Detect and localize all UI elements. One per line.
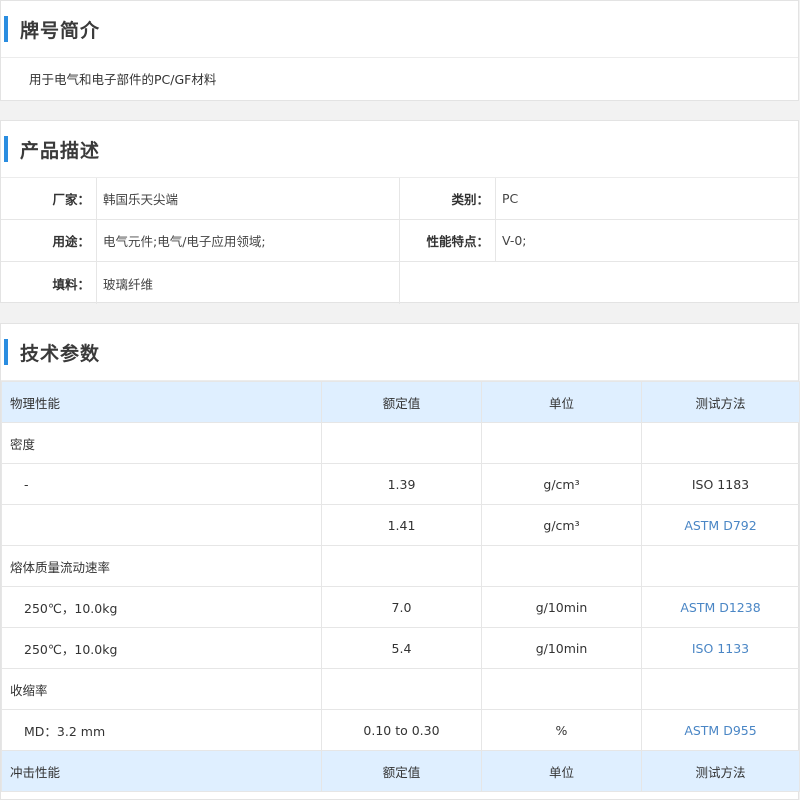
row-unit: g/10min — [481, 586, 642, 628]
filler-value: 玻璃纤维 — [97, 262, 400, 304]
filler-label: 填料： — [1, 262, 97, 304]
row-method — [641, 668, 800, 710]
row-value: 1.39 — [321, 463, 482, 505]
test-method-link[interactable]: ASTM D1238 — [641, 586, 800, 628]
intro-card: 牌号简介 用于电气和电子部件的PC/GF材料 — [0, 0, 799, 101]
row-property: - — [1, 463, 322, 505]
row-unit: g/cm³ — [481, 463, 642, 505]
manufacturer-label: 厂家： — [1, 178, 97, 220]
row-unit — [481, 545, 642, 587]
header-method: 测试方法 — [641, 750, 800, 792]
table-row: 1.41 g/cm³ ASTM D792 — [1, 504, 800, 546]
row-unit: g/cm³ — [481, 504, 642, 546]
test-method-link[interactable]: ASTM D792 — [641, 504, 800, 546]
row-value: 5.4 — [321, 627, 482, 669]
features-value: V-0; — [496, 220, 799, 262]
intro-title: 牌号简介 — [20, 19, 101, 42]
description-header: 产品描述 — [1, 121, 798, 178]
row-method: ISO 1183 — [641, 463, 800, 505]
usage-label: 用途： — [1, 220, 97, 262]
row-value — [321, 668, 482, 710]
table-row: 250℃，10.0kg 5.4 g/10min ISO 1133 — [1, 627, 800, 669]
header-unit: 单位 — [481, 750, 642, 792]
table-row: 密度 — [1, 422, 800, 464]
section-accent-bar — [4, 339, 8, 365]
section-accent-bar — [4, 136, 8, 162]
row-property: 250℃，10.0kg — [1, 627, 322, 669]
header-value: 额定值 — [321, 381, 482, 423]
description-grid: 厂家： 韩国乐天尖端 类别： PC 用途： 电气元件;电气/电子应用领域; 性能… — [1, 178, 799, 304]
row-value — [321, 422, 482, 464]
table-row: 250℃，10.0kg 7.0 g/10min ASTM D1238 — [1, 586, 800, 628]
category-value: PC — [496, 178, 799, 220]
spec-header-row-impact: 冲击性能 额定值 单位 测试方法 — [1, 750, 800, 792]
row-value: 1.41 — [321, 504, 482, 546]
table-row: 收缩率 — [1, 668, 800, 710]
tech-card: 技术参数 物理性能 额定值 单位 测试方法 密度 - 1.39 g/cm³ IS… — [0, 323, 800, 800]
test-method-link[interactable]: ISO 1133 — [641, 627, 800, 669]
row-value: 0.10 to 0.30 — [321, 709, 482, 751]
table-row: - 1.39 g/cm³ ISO 1183 — [1, 463, 800, 505]
row-property: MD：3.2 mm — [1, 709, 322, 751]
row-unit — [481, 668, 642, 710]
table-row: 熔体质量流动速率 — [1, 545, 800, 587]
row-property: 250℃，10.0kg — [1, 586, 322, 628]
intro-text: 用于电气和电子部件的PC/GF材料 — [29, 72, 217, 87]
row-property: 密度 — [1, 422, 322, 464]
row-method — [641, 422, 800, 464]
row-value — [321, 545, 482, 587]
header-property: 物理性能 — [1, 381, 322, 423]
intro-header: 牌号简介 — [1, 1, 798, 58]
features-label: 性能特点： — [400, 220, 496, 262]
header-method: 测试方法 — [641, 381, 800, 423]
usage-value: 电气元件;电气/电子应用领域; — [97, 220, 400, 262]
row-unit: % — [481, 709, 642, 751]
description-card: 产品描述 厂家： 韩国乐天尖端 类别： PC 用途： 电气元件;电气/电子应用领… — [0, 120, 799, 304]
category-label: 类别： — [400, 178, 496, 220]
header-property: 冲击性能 — [1, 750, 322, 792]
row-property — [1, 504, 322, 546]
row-unit: g/10min — [481, 627, 642, 669]
header-unit: 单位 — [481, 381, 642, 423]
row-method — [641, 545, 800, 587]
tech-header: 技术参数 — [1, 324, 798, 381]
header-value: 额定值 — [321, 750, 482, 792]
row-unit — [481, 422, 642, 464]
section-accent-bar — [4, 16, 8, 42]
row-property: 收缩率 — [1, 668, 322, 710]
table-row: MD：3.2 mm 0.10 to 0.30 % ASTM D955 — [1, 709, 800, 751]
spec-table: 物理性能 额定值 单位 测试方法 密度 - 1.39 g/cm³ ISO 118… — [1, 381, 800, 792]
description-title: 产品描述 — [20, 139, 101, 162]
row-property: 熔体质量流动速率 — [1, 545, 322, 587]
spec-header-row: 物理性能 额定值 单位 测试方法 — [1, 381, 800, 423]
row-value: 7.0 — [321, 586, 482, 628]
tech-title: 技术参数 — [20, 342, 101, 365]
manufacturer-value: 韩国乐天尖端 — [97, 178, 400, 220]
test-method-link[interactable]: ASTM D955 — [641, 709, 800, 751]
